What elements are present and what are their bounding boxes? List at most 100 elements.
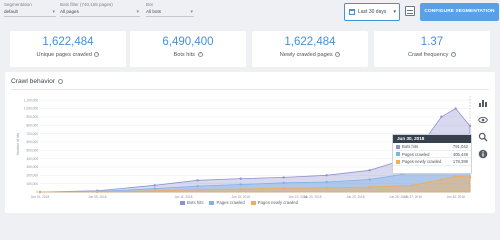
legend-swatch [180, 200, 185, 205]
kpi-label-text: Bots hits [173, 52, 195, 58]
segmentation-select[interactable]: default ▾ [4, 8, 56, 17]
data-point [239, 187, 242, 191]
y-tick-label: 700,000 [26, 132, 38, 136]
x-tick-label: Jun 20, 2018 [303, 195, 322, 199]
legend-item-pages-crawled[interactable]: Pages crawled [209, 200, 245, 205]
configure-segmentation-button[interactable]: CONFIGURE SEGMENTATION [420, 3, 499, 21]
search-icon[interactable] [478, 132, 488, 142]
tooltip-row-label: Pages newly crawled [402, 159, 442, 165]
y-axis-title: Number of hits [16, 133, 20, 155]
legend-swatch [396, 159, 400, 164]
kpi-card-bots-hits: 6,490,400 Bots hits ? [130, 31, 246, 67]
data-point [440, 178, 443, 181]
legend-item-pages-newly-crawled[interactable]: Pages newly crawled [250, 200, 299, 205]
legend-swatch [250, 200, 256, 205]
kpi-label: Newly crawled pages ? [252, 52, 368, 58]
y-tick-label: 200,000 [26, 174, 38, 178]
data-point [368, 169, 371, 172]
filter-bar: Segmentation default ▾ Bots filter (740,… [0, 0, 500, 26]
data-point [440, 115, 443, 119]
x-tick-label: Jun 05, 2018 [88, 195, 107, 199]
legend-swatch [396, 152, 400, 157]
kpi-label-text: Crawl frequency [408, 52, 449, 58]
kpi-label-text: Newly crawled pages [279, 52, 333, 58]
tooltip-row: Bots hits 791,042 [393, 144, 471, 151]
date-range-label: Last 30 days [358, 9, 387, 15]
data-point [368, 178, 371, 181]
kpi-value: 1,622,484 [284, 36, 336, 48]
tooltip-row: Pages newly crawled 178,399 [393, 159, 471, 166]
y-tick-label: 900,000 [26, 115, 38, 119]
data-point [196, 188, 199, 191]
kpi-card-unique-pages: 1,622,484 Unique pages crawled ? [10, 31, 126, 67]
data-point [411, 184, 414, 187]
legend-label: Pages newly crawled [257, 200, 299, 205]
bot-select[interactable]: All bots ▾ [146, 8, 194, 17]
x-tick-label: Jun 15, 2018 [231, 195, 250, 199]
x-tick-label: Jun 01, 2018 [31, 195, 50, 199]
bots-filter[interactable]: Bots filter (740,155 pages) All pages ▾ [60, 2, 140, 17]
y-tick-label: 0 [36, 190, 38, 194]
help-icon[interactable]: ? [450, 52, 456, 58]
legend-label: Pages crawled [216, 200, 245, 205]
data-point [368, 185, 371, 189]
data-point [153, 187, 156, 190]
legend-swatch [396, 144, 400, 149]
calendar-icon [349, 9, 355, 15]
x-tick-label: Jun 27, 2018 [403, 195, 422, 199]
help-icon[interactable]: ? [197, 52, 203, 58]
data-point [282, 176, 285, 179]
tooltip-row-label: Bots hits [402, 144, 419, 150]
chart-legend: Bots hits Pages crawled Pages newly craw… [180, 200, 298, 205]
kpi-label: Crawl frequency ? [374, 52, 490, 58]
chevron-down-icon: ▾ [136, 9, 139, 15]
legend-label: Bots hits [187, 200, 204, 205]
data-point [196, 184, 199, 188]
info-icon[interactable] [478, 149, 488, 159]
kpi-label-text: Unique pages crawled [36, 52, 92, 58]
data-point [153, 184, 156, 187]
tooltip-row: Pages crawled 405,448 [393, 151, 471, 158]
tooltip-row-value: 178,399 [452, 159, 468, 165]
data-point [153, 189, 156, 192]
x-tick-label: Jun 11, 2018 [174, 195, 192, 199]
chevron-down-icon: ▾ [190, 9, 193, 15]
tooltip-date: Jun 30, 2018 [393, 135, 471, 143]
date-range-button[interactable]: Last 30 days ▾ [344, 3, 400, 21]
data-point [96, 190, 99, 194]
data-point [196, 179, 199, 182]
y-tick-label: 1,100,000 [24, 98, 38, 102]
y-tick-label: 800,000 [26, 123, 38, 127]
eye-icon[interactable] [478, 115, 488, 125]
legend-item-bots-hits[interactable]: Bots hits [180, 200, 203, 205]
tooltip-row-label: Pages crawled [402, 151, 430, 157]
y-tick-label: 400,000 [26, 157, 38, 161]
bar-chart-icon[interactable] [478, 98, 488, 108]
segmentation-filter[interactable]: Segmentation default ▾ [4, 2, 56, 17]
bots-filter-select[interactable]: All pages ▾ [60, 8, 140, 17]
data-point [325, 186, 328, 190]
y-tick-label: 500,000 [26, 148, 38, 152]
bot-filter[interactable]: Bot All bots ▾ [146, 2, 194, 17]
y-tick-label: 600,000 [26, 140, 38, 144]
help-icon[interactable]: ? [94, 52, 100, 58]
y-tick-label: 1,000,000 [24, 107, 38, 111]
x-tick-label: Jun 23, 2018 [346, 195, 365, 199]
chevron-down-icon: ▾ [393, 9, 396, 15]
help-icon[interactable]: ? [335, 52, 341, 58]
data-point [454, 107, 457, 110]
bots-filter-value: All pages [60, 9, 79, 14]
data-point [38, 190, 42, 194]
data-point [325, 174, 328, 177]
data-point [282, 187, 285, 190]
chevron-down-icon: ▾ [52, 9, 55, 15]
data-point [454, 174, 457, 178]
kpi-value: 6,490,400 [162, 36, 214, 48]
x-tick-label: Jun 30, 2018 [446, 195, 465, 199]
tooltip-row-value: 791,042 [452, 144, 468, 150]
table-icon[interactable] [405, 6, 415, 16]
bot-value: All bots [146, 9, 162, 14]
y-tick-label: 300,000 [26, 165, 38, 169]
data-point [239, 183, 242, 186]
kpi-card-newly-crawled: 1,622,484 Newly crawled pages ? [252, 31, 368, 67]
